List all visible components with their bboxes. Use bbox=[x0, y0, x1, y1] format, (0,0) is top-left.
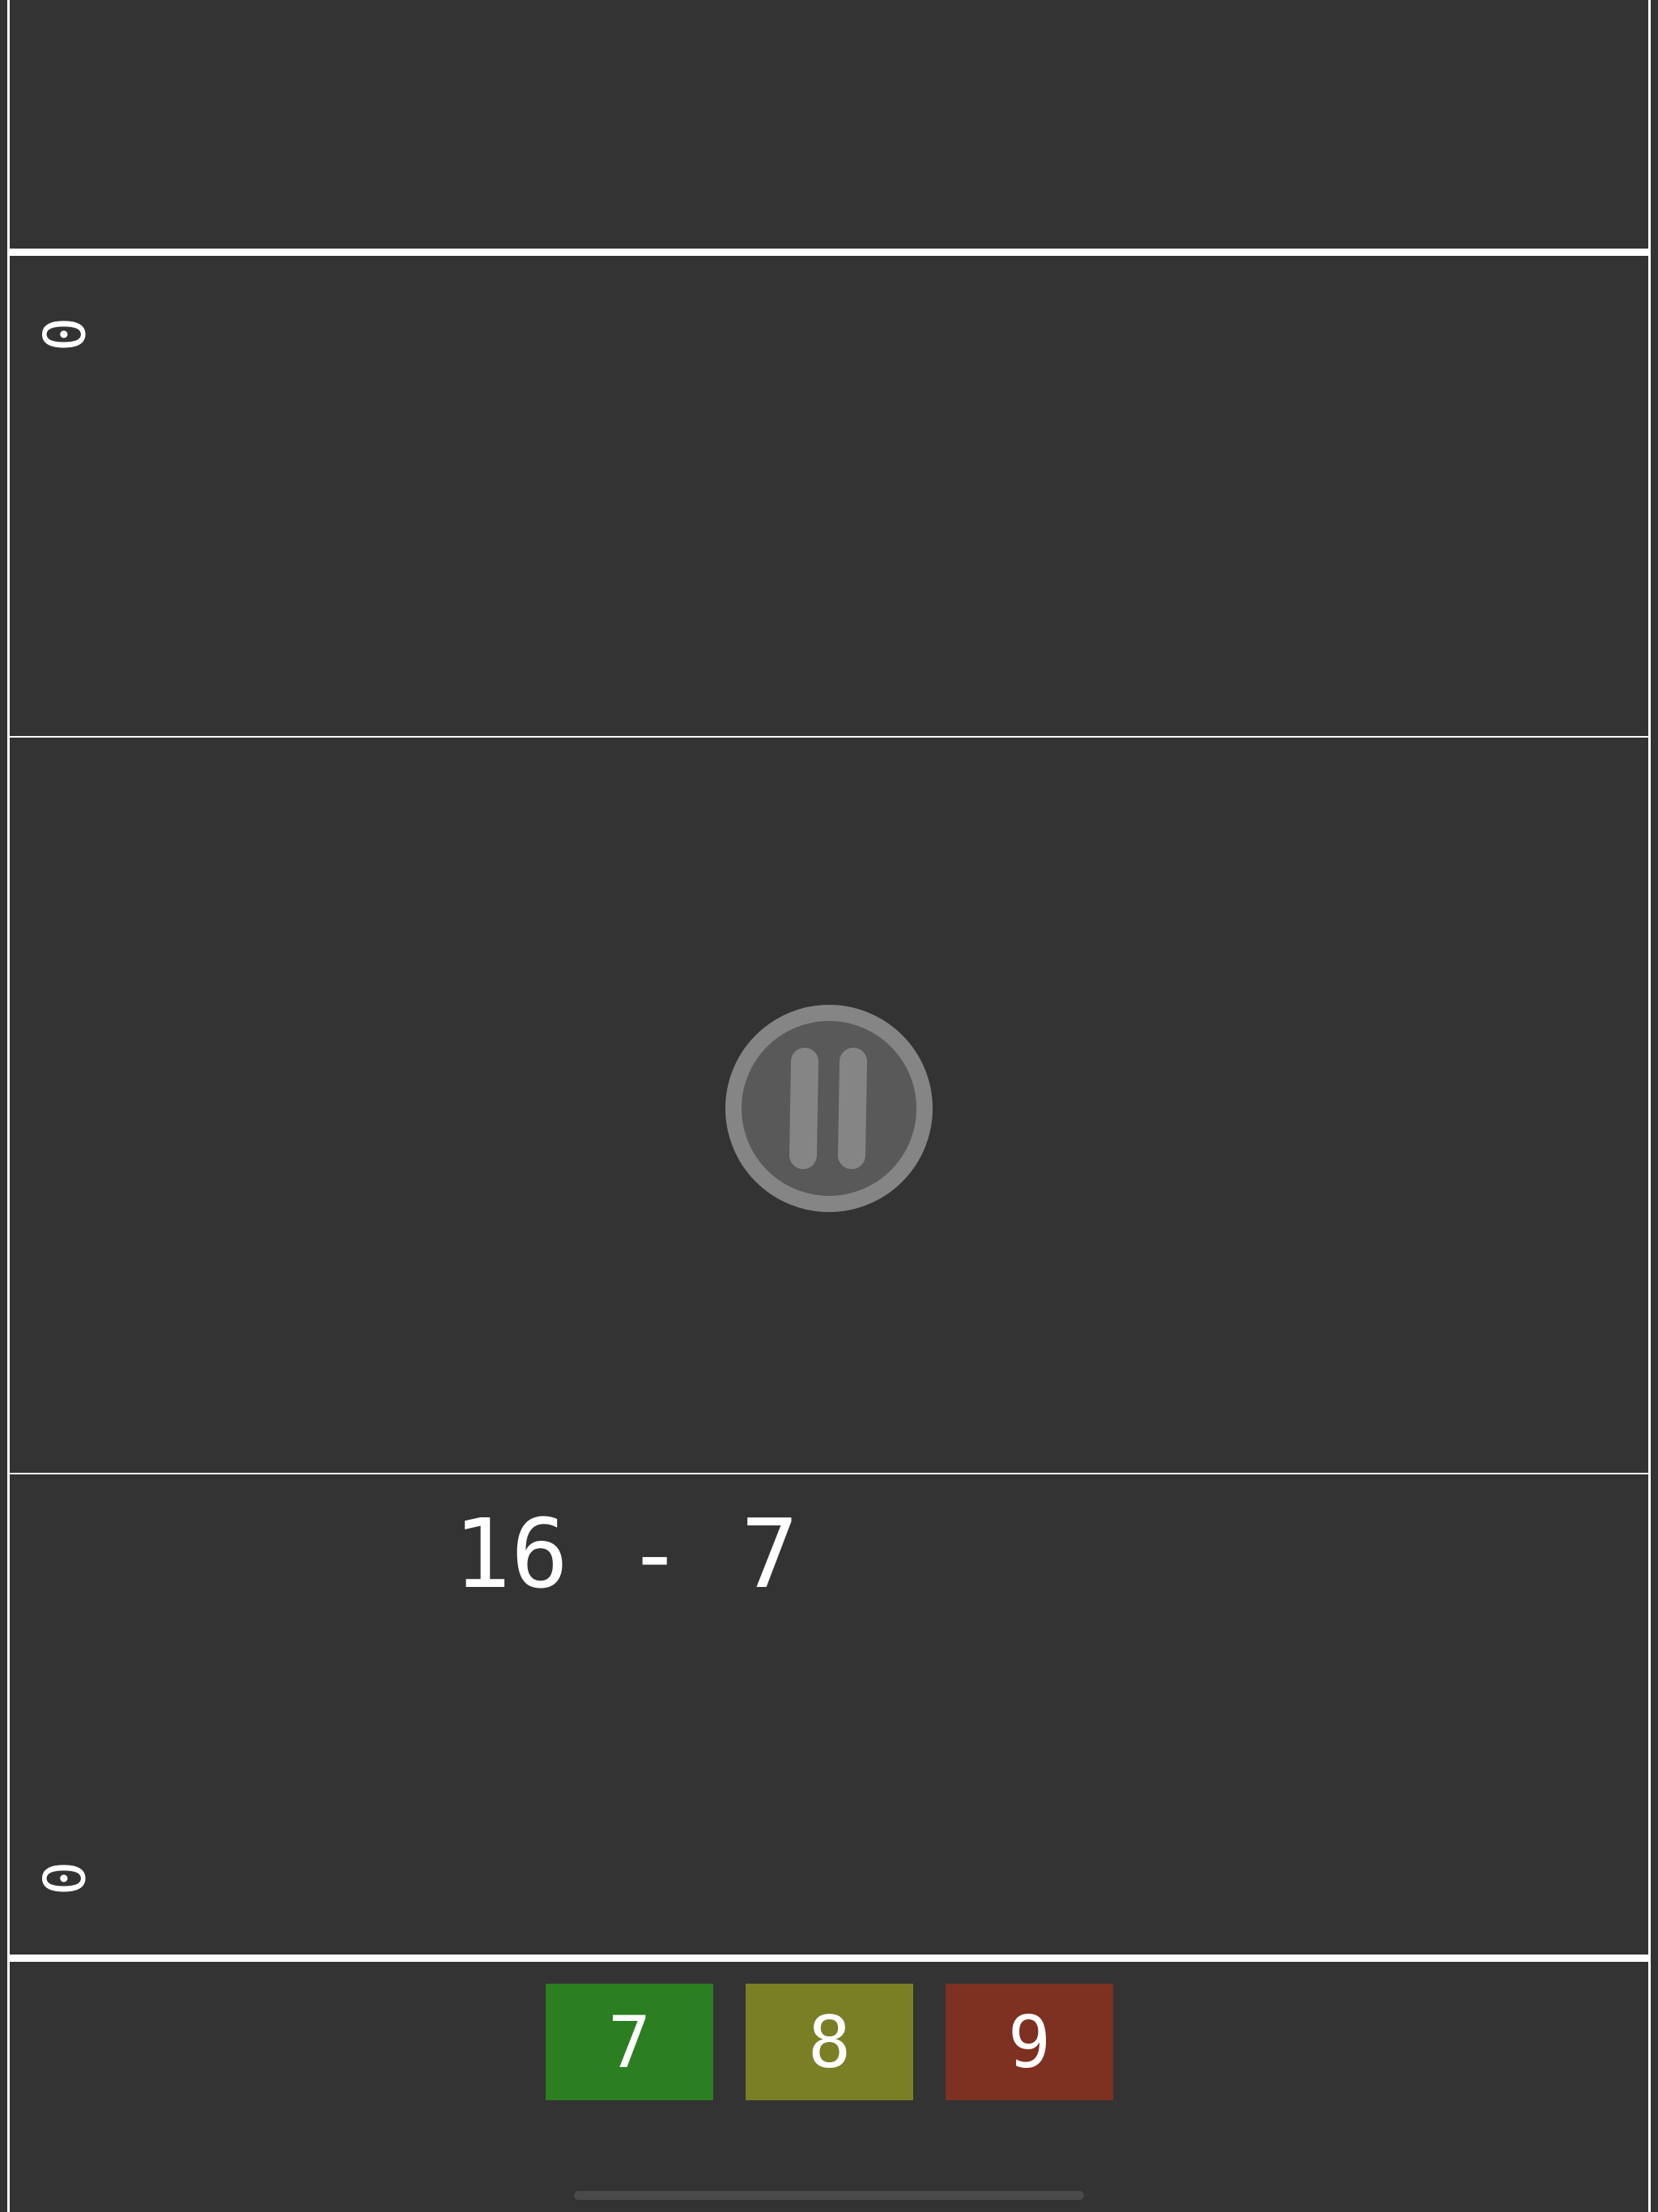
player-area-divider bbox=[7, 1955, 1651, 1962]
left-border bbox=[7, 0, 10, 2212]
answer-button-7[interactable]: 7 bbox=[546, 1984, 713, 2100]
math-problem: 16 - 7 bbox=[453, 1498, 799, 1610]
opponent-score: 0 bbox=[29, 317, 96, 352]
player-score: 0 bbox=[29, 1861, 96, 1896]
pause-icon-bar-right bbox=[838, 1048, 867, 1169]
answer-button-9[interactable]: 9 bbox=[946, 1984, 1113, 2100]
pause-icon-bar-left bbox=[789, 1048, 818, 1169]
pause-ring bbox=[725, 1005, 933, 1212]
right-border bbox=[1648, 0, 1651, 2212]
answer-options: 7 8 9 bbox=[546, 1984, 1113, 2100]
pause-button[interactable] bbox=[725, 1005, 933, 1212]
opponent-area-divider bbox=[7, 249, 1651, 256]
game-screen: 0 16 - 7 0 7 8 9 bbox=[0, 0, 1658, 2212]
center-top-divider bbox=[7, 736, 1651, 738]
center-bottom-divider bbox=[7, 1473, 1651, 1474]
home-indicator[interactable] bbox=[574, 2191, 1084, 2200]
answer-button-8[interactable]: 8 bbox=[746, 1984, 913, 2100]
